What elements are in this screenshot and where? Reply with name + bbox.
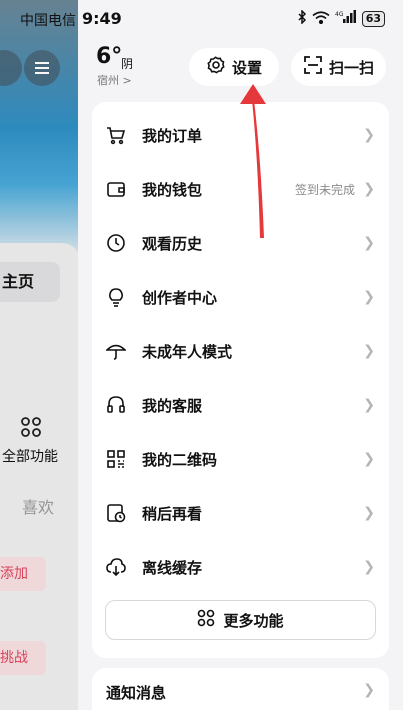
gear-icon: [206, 55, 226, 79]
notifications-label: 通知消息: [106, 684, 167, 702]
weather-location[interactable]: 宿州 >: [97, 72, 132, 88]
status-icons: 4G 63: [297, 9, 385, 28]
svg-text:4G: 4G: [335, 11, 344, 18]
menu-item-label: 创作者中心: [142, 288, 218, 307]
weather-temperature[interactable]: 6°: [96, 44, 122, 69]
menu-item-wallet[interactable]: 我的钱包 签到未完成 ❯: [92, 162, 389, 216]
chevron-right-icon: ❯: [363, 235, 375, 251]
headset-icon: [106, 395, 126, 415]
umbrella-icon: [105, 341, 127, 361]
lightbulb-icon: [106, 287, 126, 307]
bluetooth-icon: [297, 9, 307, 28]
grid-icon: [197, 609, 215, 631]
scan-label: 扫一扫: [328, 58, 374, 77]
wifi-icon: [312, 10, 330, 28]
chevron-right-icon: ❯: [363, 289, 375, 305]
chevron-right-icon: ❯: [363, 451, 375, 467]
menu-item-status: 签到未完成: [294, 182, 355, 197]
menu-item-qr-code[interactable]: 我的二维码 ❯: [92, 432, 389, 486]
battery-icon: 63: [361, 11, 385, 27]
settings-button[interactable]: 设置: [189, 48, 279, 86]
menu-card: 我的订单 ❯ 我的钱包 签到未完成 ❯ 观看历史 ❯ 创作者中心 ❯ 未成年人模…: [92, 102, 389, 658]
more-features-button[interactable]: 更多功能: [105, 600, 376, 640]
cloud-download-icon: [106, 557, 126, 577]
chevron-right-icon: ❯: [363, 505, 375, 521]
menu-item-watch-later[interactable]: 稍后再看 ❯: [92, 486, 389, 540]
menu-item-label: 我的客服: [142, 396, 203, 415]
menu-item-creator-center[interactable]: 创作者中心 ❯: [92, 270, 389, 324]
chevron-right-icon: ❯: [363, 682, 375, 698]
menu-item-orders[interactable]: 我的订单 ❯: [92, 108, 389, 162]
menu-item-label: 稍后再看: [142, 504, 203, 523]
menu-item-history[interactable]: 观看历史 ❯: [92, 216, 389, 270]
menu-item-label: 离线缓存: [142, 558, 203, 577]
signal-icon: 4G: [335, 10, 357, 28]
clock-label: 9:49: [82, 9, 122, 28]
qr-code-icon: [106, 449, 126, 469]
wallet-icon: [106, 179, 126, 199]
watch-later-icon: [106, 503, 126, 523]
menu-item-label: 我的钱包: [142, 180, 203, 199]
scan-icon: [303, 55, 323, 79]
clock-icon: [106, 233, 126, 253]
menu-item-minor-mode[interactable]: 未成年人模式 ❯: [92, 324, 389, 378]
status-bar: 中国电信 9:49 4G 63: [0, 0, 403, 38]
settings-label: 设置: [231, 58, 262, 77]
menu-item-offline-cache[interactable]: 离线缓存 ❯: [92, 540, 389, 594]
menu-item-customer-service[interactable]: 我的客服 ❯: [92, 378, 389, 432]
more-features-label: 更多功能: [223, 611, 284, 630]
notifications-row[interactable]: 通知消息 ❯: [92, 668, 389, 710]
chevron-right-icon: ❯: [363, 343, 375, 359]
scan-button[interactable]: 扫一扫: [291, 48, 386, 86]
menu-item-label: 未成年人模式: [142, 342, 233, 361]
carrier-label: 中国电信: [20, 13, 76, 29]
chevron-right-icon: ❯: [363, 559, 375, 575]
chevron-right-icon: ❯: [363, 181, 375, 197]
weather-condition: 阴: [121, 57, 134, 71]
menu-item-label: 我的二维码: [142, 450, 218, 469]
chevron-right-icon: ❯: [363, 127, 375, 143]
menu-item-label: 观看历史: [142, 234, 203, 253]
cart-icon: [106, 125, 126, 145]
chevron-right-icon: ❯: [363, 397, 375, 413]
menu-item-label: 我的订单: [142, 126, 203, 145]
